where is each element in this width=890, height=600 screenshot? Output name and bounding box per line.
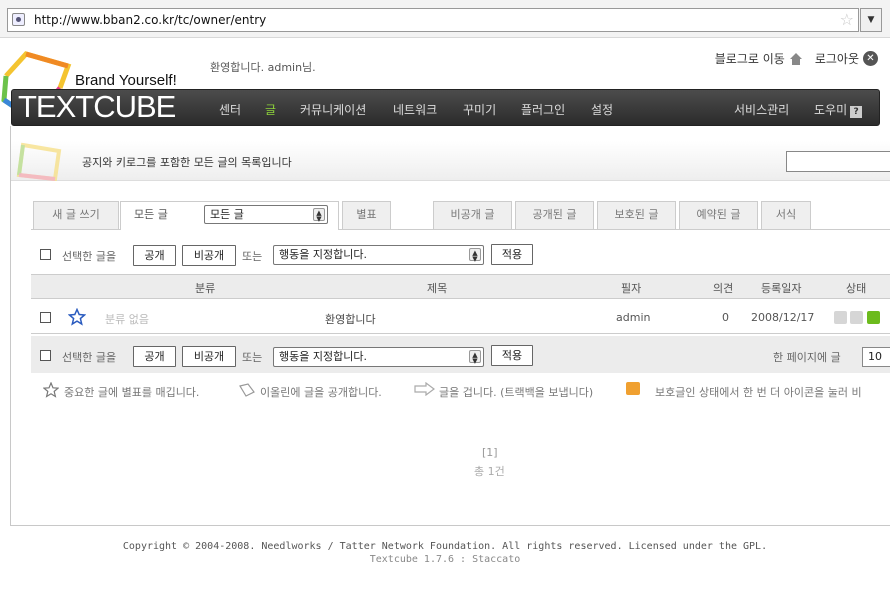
footer-version: Textcube 1.7.6 : Staccato [369,554,521,565]
legend-trackback-icon [414,382,435,396]
address-bar[interactable]: http://www.bban2.co.kr/tc/owner/entry ☆ [7,8,859,32]
row-divider [31,333,890,334]
select-all-checkbox-top[interactable] [40,249,51,260]
bulk-action-value: 행동을 지정합니다. [279,350,367,363]
select-arrows-icon: ▲ ▼ [313,208,325,223]
history-dropdown-button[interactable]: ▼ [860,8,882,32]
selected-entries-label: 선택한 글을 [62,250,117,263]
legend-protect-text: 보호글인 상태에서 한 번 더 아이콘을 눌러 비 [655,386,862,399]
col-date[interactable]: 등록일자 [761,280,801,296]
select-arrows-icon: ▲ ▼ [469,350,481,365]
row-date: 2008/12/17 [751,311,815,324]
row-comments[interactable]: 0 [722,311,729,324]
entry-filter-value: 모든 글 [210,208,244,221]
logo-text: TEXTCUBE [18,89,176,124]
tab-private[interactable]: 비공개 글 [433,201,512,229]
nav-settings[interactable]: 설정 [591,101,613,118]
make-private-button[interactable]: 비공개 [182,346,236,367]
nav-plugins[interactable]: 플러그인 [521,101,565,118]
address-url[interactable]: http://www.bban2.co.kr/tc/owner/entry [34,13,266,27]
nav-entries[interactable]: 글 [265,101,276,118]
public-status-icon[interactable] [867,311,880,324]
col-author[interactable]: 필자 [621,280,641,296]
select-arrows-icon: ▲ ▼ [469,248,481,263]
row-checkbox[interactable] [40,312,51,323]
per-page-input[interactable]: 10 [862,347,890,367]
make-private-button[interactable]: 비공개 [182,245,236,266]
help-icon: ? [850,106,863,118]
col-status[interactable]: 상태 [846,280,866,296]
bulk-action-value: 행동을 지정합니다. [279,248,367,261]
legend-trackback-text: 글을 겁니다. (트랙백을 보냅니다) [439,386,594,399]
tab-write-entry[interactable]: 새 글 쓰기 [33,201,119,229]
tab-public[interactable]: 공개된 글 [515,201,594,229]
top-links: 블로그로 이동 로그아웃 ✕ [709,50,878,67]
nav-communication[interactable]: 커뮤니케이션 [300,101,366,118]
select-all-checkbox-bottom[interactable] [40,350,51,361]
brand-tagline: Brand Yourself! [75,72,177,89]
pagination-link[interactable]: [1] [482,446,498,459]
legend-star-text: 중요한 글에 별표를 매깁니다. [64,386,200,399]
selected-entries-label: 선택한 글을 [62,351,117,364]
apply-button[interactable]: 적용 [491,345,533,366]
total-count: 총 1건 [474,465,505,478]
legend-publish-text: 이올린에 글을 공개합니다. [260,386,382,399]
star-icon[interactable] [68,308,86,326]
row-author: admin [616,311,651,324]
site-favicon-icon [12,13,25,26]
tab-starred[interactable]: 별표 [342,201,391,229]
tab-scheduled[interactable]: 예약된 글 [679,201,758,229]
lock-icon[interactable] [834,311,847,324]
per-page-label: 한 페이지에 글 [773,351,841,364]
tab-protected[interactable]: 보호된 글 [597,201,676,229]
col-comments[interactable]: 의견 [713,280,733,296]
tab-all-entries-label: 모든 글 [134,208,168,221]
or-label: 또는 [242,250,263,263]
logout-close-icon[interactable]: ✕ [863,51,878,66]
nav-help[interactable]: 도우미? [814,101,863,118]
key-icon[interactable] [850,311,863,324]
bulk-action-select[interactable]: 행동을 지정합니다. ▲ ▼ [273,245,484,265]
logout-link[interactable]: 로그아웃 [815,50,859,67]
col-category[interactable]: 분류 [195,280,215,296]
page-title: 공지와 키로그를 포함한 모든 글의 목록입니다 [82,156,292,169]
make-public-button[interactable]: 공개 [133,245,176,266]
home-icon[interactable] [789,52,803,66]
entry-filter-select[interactable]: 모든 글 ▲ ▼ [204,205,328,224]
browser-toolbar: http://www.bban2.co.kr/tc/owner/entry ☆ … [0,0,890,38]
nav-skin[interactable]: 꾸미기 [463,101,496,118]
footer-copyright: Copyright © 2004-2008. Needlworks / Tatt… [122,541,768,552]
tab-template[interactable]: 서식 [761,201,811,229]
apply-button[interactable]: 적용 [491,244,533,265]
welcome-message: 환영합니다. admin님. [210,61,316,74]
nav-network[interactable]: 네트워크 [393,101,437,118]
nav-help-label: 도우미 [814,103,848,117]
make-public-button[interactable]: 공개 [133,346,176,367]
legend-star-icon [43,382,59,398]
legend-publish-icon [239,383,255,397]
bookmark-star-icon[interactable]: ☆ [840,10,854,30]
or-label: 또는 [242,351,263,364]
page-header-decoration-icon [16,142,62,181]
legend-key-icon [626,382,640,395]
bulk-action-select[interactable]: 행동을 지정합니다. ▲ ▼ [273,347,484,367]
search-input[interactable] [786,151,890,172]
col-title[interactable]: 제목 [427,280,447,296]
row-category[interactable]: 분류 없음 [105,311,149,327]
nav-service-admin[interactable]: 서비스관리 [734,101,789,118]
row-title[interactable]: 환영합니다 [325,311,376,327]
nav-center[interactable]: 센터 [219,101,241,118]
go-to-blog-link[interactable]: 블로그로 이동 [715,50,785,67]
